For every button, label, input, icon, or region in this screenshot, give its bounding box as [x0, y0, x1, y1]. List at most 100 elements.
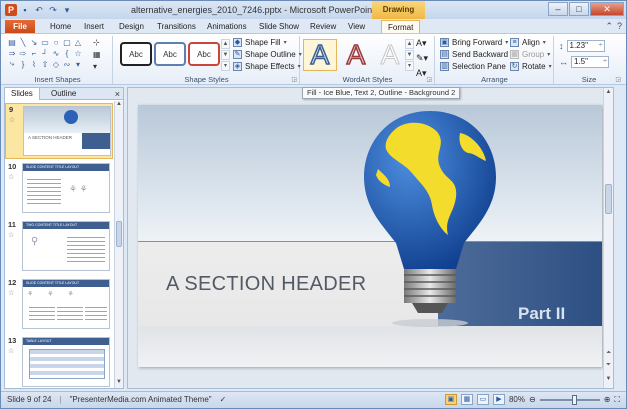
minimize-button[interactable]: – [548, 2, 568, 16]
scroll-thumb[interactable] [116, 221, 122, 247]
close-button[interactable]: ✕ [590, 2, 624, 16]
scroll-up-icon[interactable]: ▲ [115, 101, 123, 110]
tab-home[interactable]: Home [44, 20, 77, 33]
slide-thumbnail-10[interactable]: 10 ☆ SLIDE CONTENT TITLE LAYOUT ⚘ ⚘ [5, 161, 113, 217]
minimize-ribbon-icon[interactable]: ⌃ [605, 21, 613, 32]
zoom-level[interactable]: 80% [509, 395, 525, 404]
dialog-launcher-icon[interactable]: ◲ [615, 76, 621, 83]
powerpoint-app-icon[interactable]: P [5, 4, 17, 16]
shape-effects-button[interactable]: ◈ Shape Effects ▾ [233, 62, 302, 71]
curve-shape-icon[interactable]: ∿ [51, 48, 61, 58]
zoom-slider-knob[interactable] [571, 394, 577, 405]
slide-thumbnail-9[interactable]: 9 ☆ A SECTION HEADER [5, 103, 113, 159]
selection-pane-button[interactable]: ▥ Selection Pane [440, 62, 514, 71]
tab-slide-show[interactable]: Slide Show [253, 20, 305, 33]
elbow-connector-shape-icon[interactable]: ┘ [40, 48, 50, 58]
spell-check-icon[interactable]: ✓ [220, 395, 227, 404]
edit-shape-icon[interactable]: ⊹ [93, 38, 101, 47]
wordart-style-ice-blue[interactable]: A [303, 38, 337, 71]
tab-insert[interactable]: Insert [78, 20, 110, 33]
brace-shape-icon[interactable]: } [18, 59, 28, 69]
arrow-line-shape-icon[interactable]: ↘ [29, 37, 39, 47]
line-shape-icon[interactable]: ╲ [18, 37, 28, 47]
shape-style-red[interactable]: Abc [188, 42, 220, 66]
shape-width-input[interactable]: 1.5" [571, 56, 609, 68]
freeform-shape-icon[interactable]: ⌇ [29, 59, 39, 69]
scroll-down-icon[interactable]: ▼ [604, 376, 613, 382]
slide-thumbnail-13[interactable]: 13 ☆ TABLE LAYOUT [5, 335, 113, 389]
more-shapes-icon[interactable]: ▾ [73, 59, 83, 69]
rounded-rectangle-shape-icon[interactable]: ▢ [62, 37, 72, 47]
tab-slides[interactable]: Slides [5, 88, 40, 100]
next-slide-icon[interactable]: ⏷ [604, 362, 613, 369]
draw-textbox-icon[interactable]: ▦ [93, 50, 101, 59]
undo-icon[interactable]: ↶ [33, 4, 45, 16]
slide-show-icon[interactable]: ▶ [492, 394, 505, 405]
gallery-down-icon[interactable]: ▼ [405, 50, 414, 60]
scroll-up-icon[interactable]: ▲ [604, 89, 613, 95]
dialog-launcher-icon[interactable]: ◲ [291, 76, 297, 83]
gallery-up-icon[interactable]: ▲ [405, 39, 414, 49]
zoom-in-icon[interactable]: ⊕ [604, 395, 611, 404]
slides-pane-scrollbar[interactable]: ▲ ▼ [114, 101, 123, 388]
reading-view-icon[interactable]: ▭ [476, 394, 489, 405]
maximize-button[interactable]: □ [569, 2, 589, 16]
tab-view[interactable]: View [342, 20, 371, 33]
help-icon[interactable]: ? [617, 21, 622, 32]
zoom-slider[interactable] [539, 394, 600, 405]
shape-style-blue[interactable]: Abc [154, 42, 186, 66]
merge-shapes-icon[interactable]: ▾ [93, 62, 101, 71]
gallery-down-icon[interactable]: ▼ [221, 50, 230, 60]
wordart-style-white[interactable]: A [373, 39, 407, 71]
scribble-shape-icon[interactable]: ∾ [62, 59, 72, 69]
rectangle-shape-icon[interactable]: ▭ [40, 37, 50, 47]
curved-arrow-shape-icon[interactable]: ⤷ [7, 59, 17, 69]
normal-view-icon[interactable]: ▣ [444, 394, 457, 405]
current-slide[interactable]: A SECTION HEADER Part II [138, 105, 602, 367]
redo-icon[interactable]: ↷ [47, 4, 59, 16]
gallery-more-icon[interactable]: ▾ [405, 61, 414, 71]
shape-outline-button[interactable]: ✎ Shape Outline ▾ [233, 50, 302, 59]
prev-slide-icon[interactable]: ⏶ [604, 350, 613, 357]
slide-thumbnail-11[interactable]: 11 ☆ TWO CONTENT TITLE LAYOUT ⚲ [5, 219, 113, 275]
group-button[interactable]: ▦ Group ▾ [510, 50, 552, 59]
shape-height-input[interactable]: 1.23" [566, 40, 605, 52]
tab-design[interactable]: Design [113, 20, 150, 33]
slide-thumbnail-12[interactable]: 12 ☆ SLIDE CONTENT TITLE LAYOUT ⚘⚘⚘ [5, 277, 113, 333]
text-fill-icon[interactable]: A▾ [416, 38, 428, 49]
shape-style-dark[interactable]: Abc [120, 42, 152, 66]
send-backward-button[interactable]: ▤ Send Backward ▾ [440, 50, 514, 59]
rotate-button[interactable]: ↻ Rotate ▾ [510, 62, 552, 71]
scroll-down-icon[interactable]: ▼ [115, 379, 123, 388]
save-icon[interactable]: ▪ [19, 4, 31, 16]
star-shape-icon[interactable]: ☆ [73, 48, 83, 58]
gallery-up-icon[interactable]: ▲ [221, 39, 230, 49]
connector-shape-icon[interactable]: ⌐ [29, 48, 39, 58]
section-header-text[interactable]: A SECTION HEADER [166, 273, 366, 296]
dialog-launcher-icon[interactable]: ◲ [426, 76, 432, 83]
part-subtitle-text[interactable]: Part II [518, 304, 565, 324]
tab-transitions[interactable]: Transitions [151, 20, 202, 33]
arrow-shape-icon[interactable]: ⇒ [7, 48, 17, 58]
tab-review[interactable]: Review [304, 20, 342, 33]
text-outline-icon[interactable]: ✎▾ [416, 53, 428, 64]
textbox-shape-icon[interactable]: ▤ [7, 37, 17, 47]
tab-animations[interactable]: Animations [201, 20, 253, 33]
tab-file[interactable]: File [5, 20, 35, 33]
align-button[interactable]: ≡ Align ▾ [510, 38, 552, 47]
tab-outline[interactable]: Outline [45, 88, 82, 100]
lightbulb-globe-image[interactable] [360, 109, 500, 329]
editor-scrollbar[interactable]: ▲ ⏶ ⏷ ▼ [603, 88, 613, 388]
wordart-style-red[interactable]: A [339, 38, 373, 71]
up-arrow-shape-icon[interactable]: ⇧ [40, 59, 50, 69]
callout-shape-icon[interactable]: ◇ [51, 59, 61, 69]
chevron-shape-icon[interactable]: ⇨ [18, 48, 28, 58]
tab-format[interactable]: Format [381, 20, 421, 34]
slide-sorter-icon[interactable]: ▦ [460, 394, 473, 405]
gallery-more-icon[interactable]: ▾ [221, 61, 230, 71]
shape-fill-button[interactable]: ◆ Shape Fill ▾ [233, 38, 302, 47]
customize-toolbar-icon[interactable]: ▾ [61, 4, 73, 16]
close-pane-icon[interactable]: × [115, 88, 120, 100]
zoom-out-icon[interactable]: ⊖ [529, 395, 536, 404]
bracket-shape-icon[interactable]: { [62, 48, 72, 58]
